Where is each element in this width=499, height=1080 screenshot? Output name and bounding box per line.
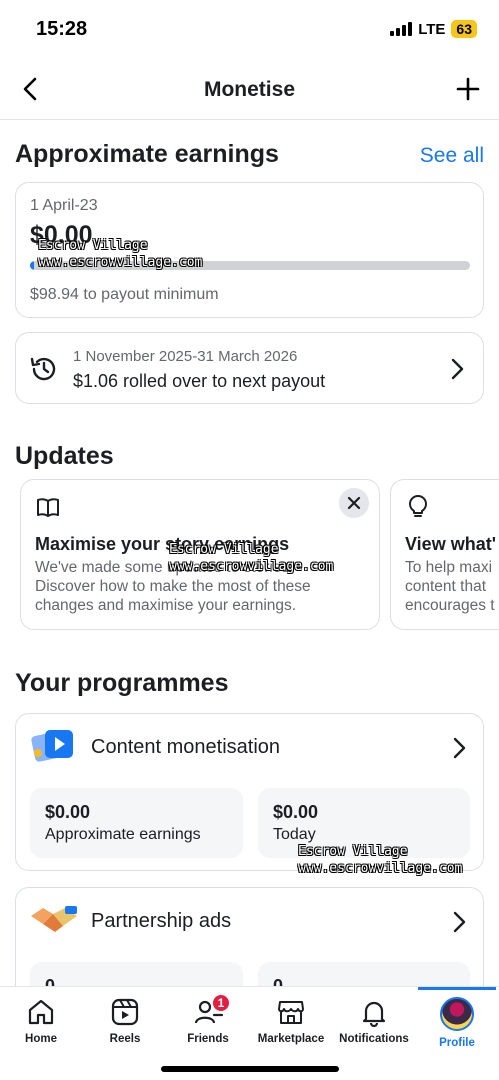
update-card-view-what[interactable]: View what' To help maxi content that enc… (390, 479, 499, 630)
stat-approx-earnings: $0.00 Approximate earnings (30, 788, 243, 858)
tab-notifications[interactable]: Notifications (329, 997, 419, 1057)
see-all-link[interactable]: See all (420, 144, 484, 168)
programme-card-content-monetisation[interactable]: Content monetisation $0.00 Approximate e… (15, 713, 484, 871)
home-icon (28, 999, 54, 1025)
tab-reels[interactable]: Reels (80, 997, 170, 1057)
tab-friends[interactable]: 1 Friends (163, 993, 253, 1057)
tab-label: Marketplace (257, 1033, 325, 1045)
stat-value: $0.00 (45, 802, 91, 822)
earnings-date-range: 1 April-23 (30, 197, 98, 214)
handshake-icon (31, 906, 77, 932)
chevron-right-icon (451, 358, 464, 380)
tab-label: Friends (187, 1033, 229, 1045)
history-icon (30, 357, 56, 381)
tab-marketplace[interactable]: Marketplace (246, 997, 336, 1057)
payout-progress-fill (30, 261, 35, 270)
tab-label: Notifications (339, 1033, 409, 1045)
update-title: Maximise your story earnings (35, 534, 290, 554)
update-body: To help maxi content that encourages t (405, 559, 495, 614)
status-time: 15:28 (36, 18, 88, 40)
update-card-story-earnings[interactable]: Maximise your story earnings We've made … (20, 479, 380, 630)
updates-section-title: Updates (15, 442, 114, 470)
programmes-section-title: Your programmes (15, 669, 229, 697)
update-title: View what' (405, 534, 496, 554)
chevron-right-icon (453, 911, 466, 933)
stat-today: $0.00 Today (258, 788, 470, 858)
nav-header: Monetise (0, 60, 499, 120)
tab-label: Profile (439, 1037, 475, 1049)
earnings-card[interactable]: 1 April-23 $0.00 $98.94 to payout minimu… (15, 182, 484, 318)
marketplace-icon (278, 1001, 304, 1024)
earnings-amount: $0.00 (30, 221, 93, 249)
rollover-date-range: 1 November 2025-31 March 2026 (73, 348, 298, 365)
plus-icon (456, 77, 480, 101)
status-indicators: LTE 63 (390, 20, 477, 38)
signal-icon (390, 22, 413, 36)
close-icon (347, 496, 361, 510)
battery-icon: 63 (451, 20, 477, 38)
status-bar: 15:28 LTE 63 (0, 0, 499, 60)
stat-label: Approximate earnings (45, 826, 201, 843)
active-tab-indicator (418, 987, 496, 990)
lightbulb-icon (409, 495, 427, 517)
bell-icon (362, 1001, 386, 1027)
earnings-section-title: Approximate earnings (15, 140, 279, 168)
reels-icon (111, 998, 139, 1026)
book-icon (37, 498, 59, 517)
payout-progress-bar (30, 261, 470, 270)
notification-badge: 1 (211, 993, 231, 1013)
programme-title: Partnership ads (91, 910, 232, 932)
add-button[interactable] (453, 74, 483, 104)
programme-title: Content monetisation (91, 736, 281, 758)
tab-home[interactable]: Home (0, 997, 86, 1057)
dismiss-update-button[interactable] (339, 488, 369, 518)
tab-label: Home (25, 1033, 57, 1045)
chevron-right-icon (453, 737, 466, 759)
update-body: We've made some updates to stories. Disc… (35, 559, 311, 614)
avatar (440, 997, 474, 1031)
rollover-card[interactable]: 1 November 2025-31 March 2026 $1.06 roll… (15, 332, 484, 404)
network-type: LTE (418, 20, 446, 38)
tab-profile[interactable]: Profile (412, 997, 499, 1057)
home-indicator (161, 1066, 339, 1072)
stat-label: Today (273, 826, 316, 843)
rollover-text: $1.06 rolled over to next payout (73, 371, 326, 391)
stat-value: $0.00 (273, 802, 319, 822)
tab-label: Reels (109, 1033, 141, 1045)
content-monetisation-icon (31, 730, 73, 762)
page-title: Monetise (203, 78, 295, 101)
payout-minimum-text: $98.94 to payout minimum (30, 286, 219, 303)
